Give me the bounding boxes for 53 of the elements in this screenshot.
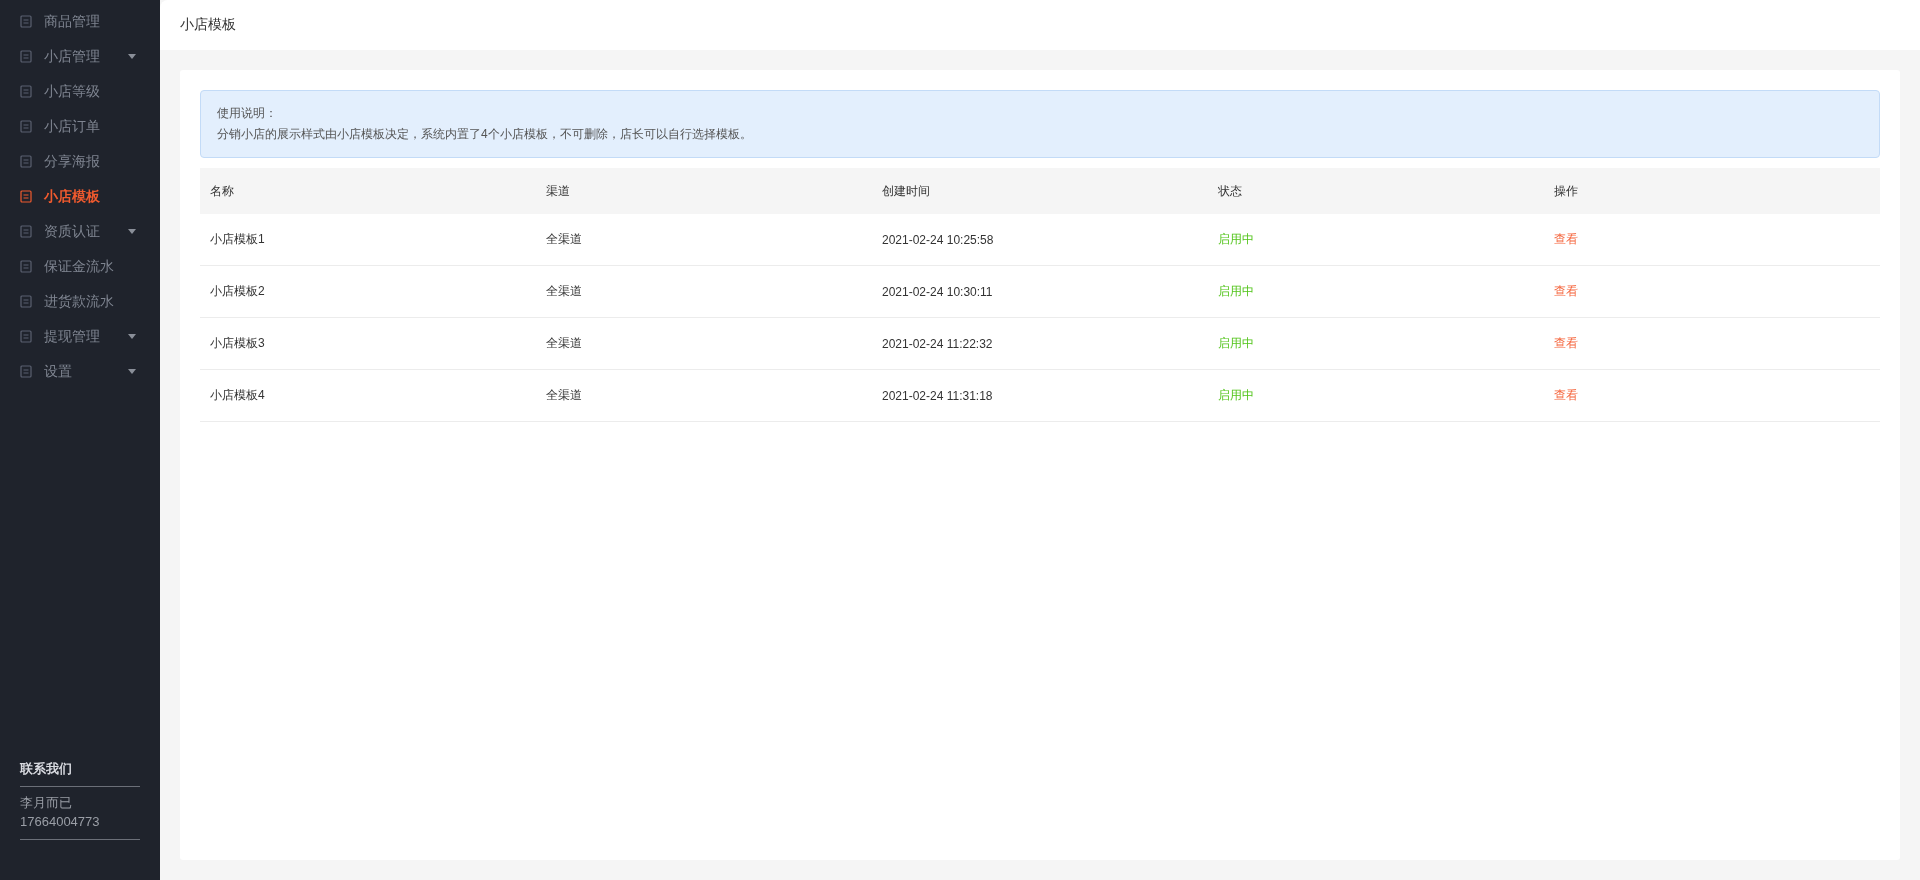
column-header: 操作 [1553, 182, 1579, 200]
sidebar-item[interactable]: 保证金流水 [0, 249, 160, 284]
notice-title: 使用说明： [217, 105, 278, 122]
table-cell-text: 全渠道 [545, 335, 583, 352]
column-header: 名称 [209, 182, 235, 200]
sidebar-item[interactable]: 设置 [0, 354, 160, 389]
status-text: 启用中 [1218, 336, 1254, 350]
document-icon [20, 295, 32, 308]
table-cell-text: 小店模板4 [209, 387, 266, 404]
document-icon [20, 260, 32, 273]
table-cell-text: 小店模板3 [209, 335, 266, 352]
document-icon [20, 85, 32, 98]
view-link[interactable]: 查看 [1554, 336, 1578, 350]
contact-phone: 17664004773 [20, 813, 101, 831]
column-header: 状态 [1217, 182, 1243, 200]
sidebar-item[interactable]: 小店等级 [0, 74, 160, 109]
sidebar-item[interactable]: 小店订单 [0, 109, 160, 144]
status-text: 启用中 [1218, 284, 1254, 298]
document-icon [20, 330, 32, 343]
column-header: 渠道 [545, 182, 571, 200]
view-link[interactable]: 查看 [1554, 388, 1578, 402]
document-icon [20, 190, 32, 203]
document-icon [20, 15, 32, 28]
status-text: 启用中 [1218, 388, 1254, 402]
sidebar-item[interactable]: 资质认证 [0, 214, 160, 249]
document-icon [20, 50, 32, 63]
table-cell-text: 2021-02-24 10:30:11 [881, 284, 994, 299]
table-cell-text: 2021-02-24 10:25:58 [881, 232, 995, 247]
table-cell-text: 全渠道 [545, 387, 583, 404]
table-cell-text: 全渠道 [545, 231, 583, 248]
sidebar-item[interactable]: 提现管理 [0, 319, 160, 354]
view-link[interactable]: 查看 [1554, 232, 1578, 246]
sidebar-item[interactable]: 进货款流水 [0, 284, 160, 319]
page-title: 小店模板 [180, 16, 236, 34]
table-cell-text: 全渠道 [545, 283, 583, 300]
contact-title: 联系我们 [20, 760, 140, 787]
sidebar-item[interactable]: 商品管理 [0, 4, 160, 39]
table-cell-text: 2021-02-24 11:22:32 [881, 336, 994, 351]
sidebar-item[interactable]: 分享海报 [0, 144, 160, 179]
view-link[interactable]: 查看 [1554, 284, 1578, 298]
sidebar-item[interactable]: 小店模板 [0, 179, 160, 214]
sidebar-item[interactable]: 小店管理 [0, 39, 160, 74]
column-header: 创建时间 [881, 182, 931, 200]
table-cell-text: 小店模板1 [209, 231, 266, 248]
table-cell-text: 小店模板2 [209, 283, 266, 300]
table-cell-text: 2021-02-24 11:31:18 [881, 388, 994, 403]
notice-text: 分销小店的展示样式由小店模板决定，系统内置了4个小店模板，不可删除，店长可以自行选择模板。 [217, 126, 753, 143]
status-text: 启用中 [1218, 232, 1254, 246]
document-icon [20, 120, 32, 133]
document-icon [20, 225, 32, 238]
document-icon [20, 365, 32, 378]
contact-name: 李月而已 [20, 794, 73, 812]
document-icon [20, 155, 32, 168]
